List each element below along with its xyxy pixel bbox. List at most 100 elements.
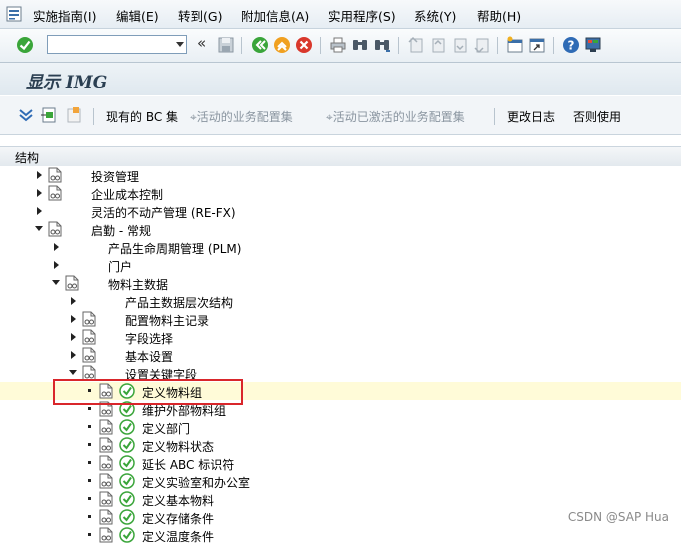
last-page-icon[interactable] xyxy=(473,36,491,54)
collapse-arrows-icon[interactable]: « xyxy=(197,34,206,52)
execute-activity-icon[interactable] xyxy=(119,527,135,543)
tree-activity[interactable]: 定义物料状态 xyxy=(0,436,681,454)
change-log-button[interactable]: 更改日志 xyxy=(507,108,555,125)
menu-goto[interactable]: 转到(G) xyxy=(178,6,222,25)
chevron-down-icon[interactable] xyxy=(176,42,184,47)
tree-activity[interactable]: 定义温度条件 xyxy=(0,526,681,544)
print-icon[interactable] xyxy=(329,36,347,54)
bullet-icon xyxy=(88,425,91,428)
tree-activity[interactable]: 定义基本物料 xyxy=(0,490,681,508)
highlight-box xyxy=(53,379,243,405)
tree-node-label: 灵活的不动产管理 (RE-FX) xyxy=(91,206,236,220)
tree-activity[interactable]: 延长 ABC 标识符 xyxy=(0,454,681,472)
toolbar-separator xyxy=(494,108,495,125)
documentation-icon[interactable] xyxy=(98,419,114,435)
documentation-icon[interactable] xyxy=(98,455,114,471)
expand-icon[interactable] xyxy=(71,351,76,359)
documentation-icon[interactable] xyxy=(64,275,80,291)
next-page-icon[interactable] xyxy=(451,36,469,54)
help-icon[interactable]: ? xyxy=(562,36,580,54)
existing-bc-sets-button[interactable]: 现有的 BC 集 xyxy=(106,108,178,125)
enter-check-icon[interactable] xyxy=(16,36,34,54)
expand-icon[interactable] xyxy=(71,297,76,305)
collapse-icon[interactable] xyxy=(69,370,77,375)
tree-node[interactable]: 启勤 - 常规 xyxy=(0,220,681,238)
expand-icon[interactable] xyxy=(37,207,42,215)
tree-node[interactable]: 产品生命周期管理 (PLM) xyxy=(0,238,681,256)
documentation-icon[interactable] xyxy=(98,473,114,489)
shortcut-icon[interactable] xyxy=(528,36,546,54)
new-session-icon[interactable] xyxy=(506,36,524,54)
tree-node-label: 企业成本控制 xyxy=(91,188,164,202)
tree-node[interactable]: 产品主数据层次结构 xyxy=(0,292,681,310)
execute-activity-icon[interactable] xyxy=(119,509,135,525)
documentation-icon[interactable] xyxy=(81,347,97,363)
documentation-icon[interactable] xyxy=(81,329,97,345)
tree-node[interactable]: 企业成本控制 xyxy=(0,184,681,202)
tree-node[interactable]: 投资管理 xyxy=(0,166,681,184)
tree-node-label: 定义部门 xyxy=(142,422,191,436)
toolbar-separator xyxy=(553,37,554,54)
execute-activity-icon[interactable] xyxy=(119,491,135,507)
expand-icon[interactable] xyxy=(71,333,76,341)
tree-activity[interactable]: 定义部门 xyxy=(0,418,681,436)
expand-all-icon[interactable] xyxy=(17,106,35,124)
toolbar-separator xyxy=(320,37,321,54)
tree-node-label: 启勤 - 常规 xyxy=(91,224,151,238)
documentation-icon[interactable] xyxy=(98,527,114,543)
activated-bc-set-button[interactable]: ⌖活动已激活的业务配置集 xyxy=(326,108,465,125)
where-used-button[interactable]: 否则使用 xyxy=(573,108,621,125)
tree-node[interactable]: 门户 xyxy=(0,256,681,274)
tree-node-label: 定义实验室和办公室 xyxy=(142,476,251,490)
tree-node[interactable]: 字段选择 xyxy=(0,328,681,346)
tree-node-label: 字段选择 xyxy=(125,332,174,346)
first-page-icon[interactable] xyxy=(407,36,425,54)
expand-icon[interactable] xyxy=(37,171,42,179)
active-bc-set-button[interactable]: ⌖活动的业务配置集 xyxy=(190,108,293,125)
command-field[interactable] xyxy=(47,35,187,54)
documentation-icon[interactable] xyxy=(98,491,114,507)
documentation-icon[interactable] xyxy=(98,509,114,525)
img-structure-tree: 投资管理 企业成本控制 灵活的不动产管理 (RE-FX) 启勤 - 常规 产品生… xyxy=(0,166,681,544)
documentation-icon[interactable] xyxy=(47,167,63,183)
menu-edit[interactable]: 编辑(E) xyxy=(116,6,159,25)
documentation-icon[interactable] xyxy=(81,311,97,327)
menu-system[interactable]: 系统(Y) xyxy=(414,6,456,25)
find-next-icon[interactable] xyxy=(373,36,391,54)
expand-icon[interactable] xyxy=(54,243,59,251)
exit-icon[interactable] xyxy=(273,36,291,54)
tree-node[interactable]: 灵活的不动产管理 (RE-FX) xyxy=(0,202,681,220)
tree-activity[interactable]: 定义实验室和办公室 xyxy=(0,472,681,490)
documentation-icon[interactable] xyxy=(47,185,63,201)
execute-activity-icon[interactable] xyxy=(119,455,135,471)
back-icon[interactable] xyxy=(251,36,269,54)
expand-icon[interactable] xyxy=(54,261,59,269)
expand-icon[interactable] xyxy=(71,315,76,323)
structure-icon[interactable] xyxy=(40,106,58,124)
menu-utilities[interactable]: 实用程序(S) xyxy=(328,6,396,25)
note-icon[interactable] xyxy=(65,106,83,124)
tree-node[interactable]: 基本设置 xyxy=(0,346,681,364)
find-icon[interactable] xyxy=(351,36,369,54)
tree-node[interactable]: 物料主数据 xyxy=(0,274,681,292)
activated-bc-set-label: 活动已激活的业务配置集 xyxy=(332,110,465,124)
tree-node[interactable]: 配置物料主记录 xyxy=(0,310,681,328)
documentation-icon[interactable] xyxy=(98,437,114,453)
execute-activity-icon[interactable] xyxy=(119,473,135,489)
execute-activity-icon[interactable] xyxy=(119,419,135,435)
collapse-icon[interactable] xyxy=(35,226,43,231)
bullet-icon xyxy=(88,515,91,518)
toolbar-separator xyxy=(497,37,498,54)
menu-extras[interactable]: 附加信息(A) xyxy=(241,6,309,25)
layout-menu-icon[interactable] xyxy=(584,36,602,54)
menu-implementation-guide[interactable]: 实施指南(I) xyxy=(33,6,96,25)
collapse-icon[interactable] xyxy=(52,280,60,285)
menu-help[interactable]: 帮助(H) xyxy=(477,6,521,25)
save-icon[interactable] xyxy=(217,36,235,54)
documentation-icon[interactable] xyxy=(47,221,63,237)
execute-activity-icon[interactable] xyxy=(119,437,135,453)
sap-menu-icon[interactable] xyxy=(6,5,24,23)
cancel-icon[interactable] xyxy=(295,36,313,54)
expand-icon[interactable] xyxy=(37,189,42,197)
previous-page-icon[interactable] xyxy=(429,36,447,54)
